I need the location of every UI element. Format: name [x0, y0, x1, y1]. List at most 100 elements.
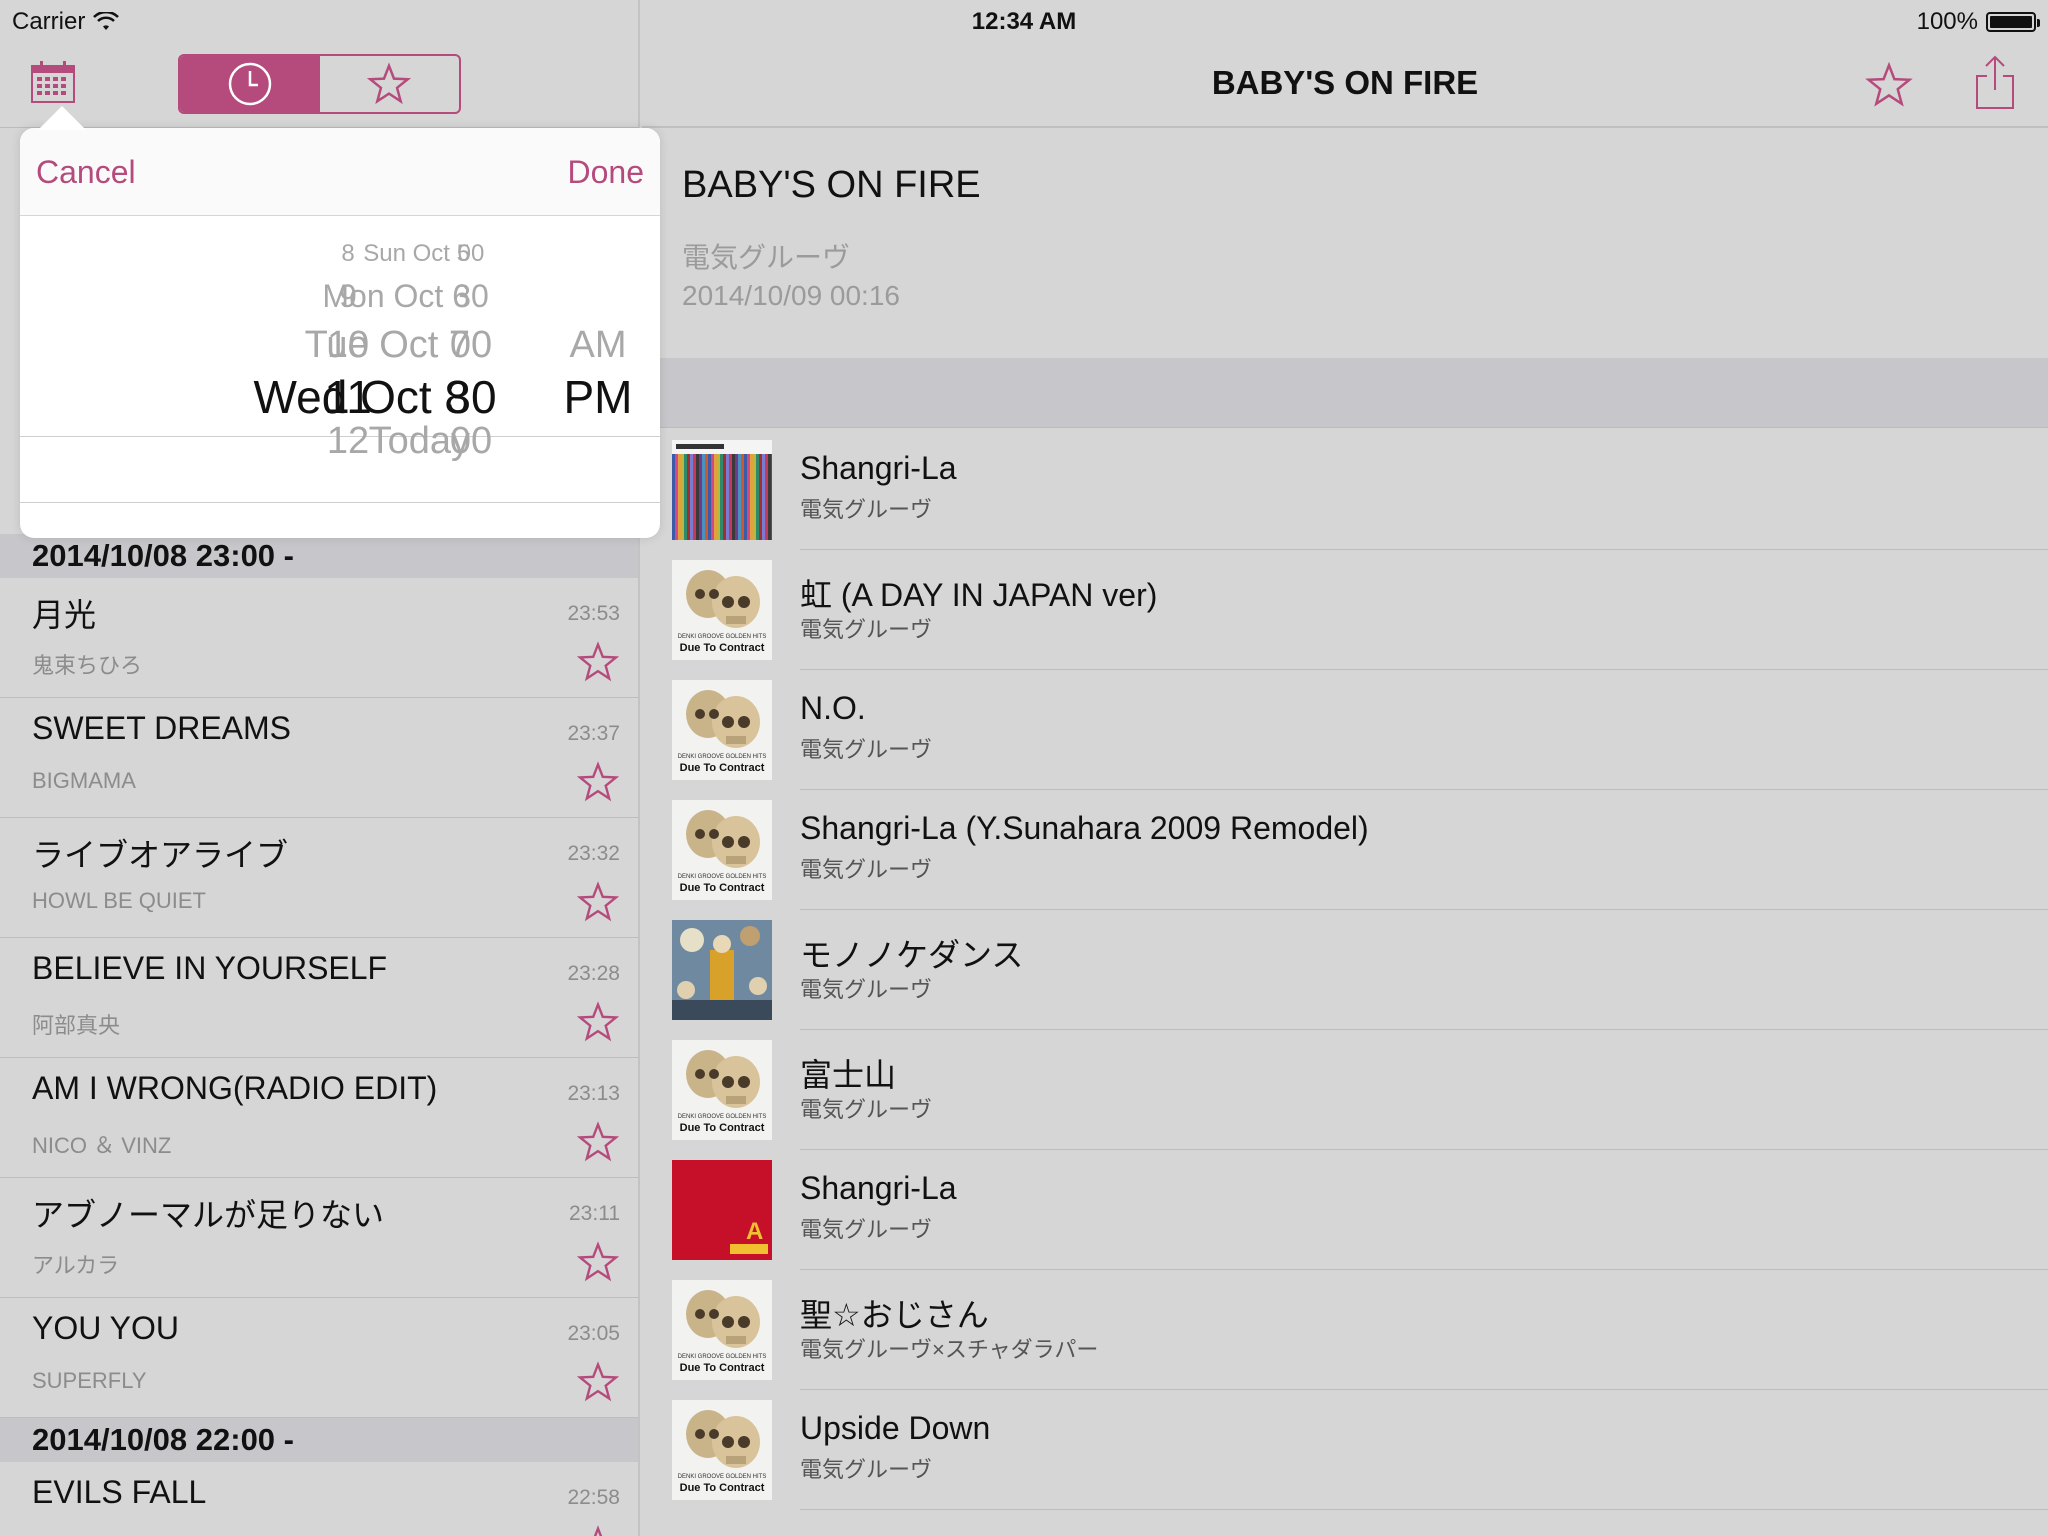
picker-selection-bottom — [20, 502, 660, 503]
album-thumbnail: DENKI GROOVE GOLDEN HITS Due To Contract — [672, 560, 772, 660]
picker-ampm-cell[interactable]: PM — [538, 372, 658, 422]
clock: 12:34 AM — [971, 8, 1077, 35]
track-row[interactable]: ライブオアライブ HOWL BE QUIET 23:32 — [0, 818, 638, 938]
cancel-button[interactable]: Cancel — [36, 154, 136, 191]
song-title: BABY'S ON FIRE — [682, 164, 981, 206]
favorite-star-icon[interactable] — [576, 760, 620, 804]
related-song-row[interactable]: DENKI GROOVE GOLDEN HITS Due To Contract 虹… — [642, 550, 2048, 670]
track-row[interactable]: AM I WRONG(RADIO EDIT) NICO ＆ VINZ 23:13 — [0, 1058, 638, 1178]
cover-caption: Due To Contract — [679, 1482, 765, 1494]
track-row[interactable]: BELIEVE IN YOURSELF 阿部真央 23:28 — [0, 938, 638, 1058]
related-song-row[interactable]: DENKI GROOVE GOLDEN HITS Due To Contract S… — [642, 790, 2048, 910]
related-song-artist: 電気グルーヴ — [800, 857, 933, 882]
favorite-star-icon[interactable] — [576, 1240, 620, 1284]
picker-hour-cell[interactable]: 9 — [308, 278, 388, 314]
date-picker-popover: Cancel Done Sun Oct 5 Mon Oct 6 Tue Oct 7W… — [20, 128, 660, 538]
related-song-row[interactable]: Shangri-La 電気グルーヴ — [642, 430, 2048, 550]
cover-caption-small: DENKI GROOVE GOLDEN HITS — [677, 1474, 767, 1480]
favorite-star-icon[interactable] — [576, 1120, 620, 1164]
favorite-star-icon[interactable] — [576, 640, 620, 684]
track-title: AM I WRONG(RADIO EDIT) — [32, 1070, 438, 1106]
related-song-artist: 電気グルーヴ — [800, 977, 933, 1002]
album-thumbnail: DENKI GROOVE GOLDEN HITS Due To Contract — [672, 1280, 772, 1380]
track-time: 23:05 — [567, 1322, 620, 1345]
track-row[interactable]: アブノーマルが足りない アルカラ 23:11 — [0, 1178, 638, 1298]
favorite-star-icon[interactable] — [576, 880, 620, 924]
related-song-row[interactable]: DENKI GROOVE GOLDEN HITS Due To Contract 聖… — [642, 1270, 2048, 1390]
favorite-star-icon[interactable] — [576, 1360, 620, 1404]
cover-caption: Due To Contract — [679, 762, 765, 774]
picker-ampm-cell[interactable]: AM — [538, 324, 658, 366]
album-thumbnail: A — [672, 1160, 772, 1260]
picker-minute-cell[interactable]: 00 — [431, 324, 511, 366]
row-separator — [800, 1509, 2048, 1510]
related-song-title: 富士山 — [800, 1057, 897, 1093]
favorite-star-icon[interactable] — [1864, 60, 1914, 110]
battery-percent: 100% — [1916, 8, 1978, 35]
picker-minute-cell[interactable]: 30 — [431, 372, 511, 422]
related-song-row[interactable]: DENKI GROOVE GOLDEN HITS Due To Contract N… — [642, 670, 2048, 790]
related-song-row[interactable]: モノノケダンス 電気グルーヴ — [642, 910, 2048, 1030]
track-artist: SUPERFLY — [32, 1368, 147, 1393]
related-song-title: N.O. — [800, 690, 866, 726]
picker-hour-cell[interactable]: 12 — [308, 420, 388, 462]
share-icon[interactable] — [1972, 54, 2018, 110]
related-song-title: Shangri-La (Y.Sunahara 2009 Remodel) — [800, 810, 1369, 846]
related-song-artist: 電気グルーヴ — [800, 737, 933, 762]
related-song-row[interactable]: A Shangri-La 電気グルーヴ — [642, 1150, 2048, 1270]
favorite-star-icon[interactable] — [576, 1524, 620, 1536]
segment-history[interactable] — [180, 56, 320, 112]
track-title: YOU YOU — [32, 1310, 179, 1346]
related-song-row[interactable]: DENKI GROOVE GOLDEN HITS Due To Contract U… — [642, 1390, 2048, 1510]
favorite-star-icon[interactable] — [576, 1000, 620, 1044]
popover-toolbar: Cancel Done — [20, 128, 660, 216]
track-row[interactable]: YOU YOU SUPERFLY 23:05 — [0, 1298, 638, 1418]
related-song-artist: 電気グルーヴ — [800, 1217, 933, 1242]
album-thumbnail: DENKI GROOVE GOLDEN HITS Due To Contract — [672, 800, 772, 900]
cover-caption: Due To Contract — [679, 642, 765, 654]
cover-caption-small: DENKI GROOVE GOLDEN HITS — [677, 634, 767, 640]
track-title: アブノーマルが足りない — [32, 1197, 385, 1233]
track-time: 22:58 — [567, 1486, 620, 1509]
section-header: 2014/10/08 22:00 - — [0, 1418, 638, 1462]
calendar-icon[interactable] — [30, 60, 76, 104]
picker-hour-cell[interactable]: 11 — [308, 372, 388, 422]
cover-caption-small: DENKI GROOVE GOLDEN HITS — [677, 754, 767, 760]
cover-caption-small: DENKI GROOVE GOLDEN HITS — [677, 874, 767, 880]
related-song-artist: 電気グルーヴ — [800, 1457, 933, 1482]
date-time-picker[interactable]: Sun Oct 5 Mon Oct 6 Tue Oct 7 Wed Oct 8 Toda… — [20, 216, 660, 538]
related-song-row[interactable]: DENKI GROOVE GOLDEN HITS Due To Contract 富… — [642, 1030, 2048, 1150]
song-played-date: 2014/10/09 00:16 — [682, 280, 900, 311]
track-title: BELIEVE IN YOURSELF — [32, 950, 388, 986]
related-song-artist: 電気グルーヴ — [800, 617, 933, 642]
album-thumbnail — [672, 440, 772, 540]
song-artist: 電気グルーヴ — [682, 242, 851, 273]
album-thumbnail: DENKI GROOVE GOLDEN HITS Due To Contract — [672, 1400, 772, 1500]
track-time: 23:37 — [567, 722, 620, 745]
picker-minute-cell[interactable]: 30 — [431, 278, 511, 314]
track-title: EVILS FALL — [32, 1474, 207, 1510]
related-song-artist: 電気グルーヴ×スチャダラパー — [800, 1337, 1099, 1362]
picker-minute-cell[interactable]: 00 — [431, 420, 511, 462]
picker-minute-cell[interactable]: 00 — [431, 240, 511, 268]
track-row[interactable]: SWEET DREAMS BIGMAMA 23:37 — [0, 698, 638, 818]
track-row[interactable]: EVILS FALL 22:58 — [0, 1462, 638, 1536]
cover-caption-small: DENKI GROOVE GOLDEN HITS — [677, 1114, 767, 1120]
track-time: 23:53 — [567, 602, 620, 625]
track-time: 23:32 — [567, 842, 620, 865]
segment-favorites[interactable] — [320, 56, 460, 112]
track-time: 23:28 — [567, 962, 620, 985]
album-art-illustration-cover — [672, 920, 772, 1020]
mode-segmented-control — [178, 54, 461, 114]
picker-hour-cell[interactable]: 10 — [308, 324, 388, 366]
picker-hour-cell[interactable]: 8 — [308, 240, 388, 268]
album-thumbnail: DENKI GROOVE GOLDEN HITS Due To Contract — [672, 680, 772, 780]
cover-letter: A — [746, 1218, 764, 1245]
star-icon — [367, 62, 412, 105]
related-song-title: Shangri-La — [800, 450, 957, 486]
track-artist: 阿部真央 — [32, 1013, 121, 1038]
album-art-striped-cover — [672, 440, 772, 540]
done-button[interactable]: Done — [568, 154, 645, 191]
track-artist: HOWL BE QUIET — [32, 888, 206, 913]
track-row[interactable]: 月光 鬼束ちひろ 23:53 — [0, 578, 638, 698]
